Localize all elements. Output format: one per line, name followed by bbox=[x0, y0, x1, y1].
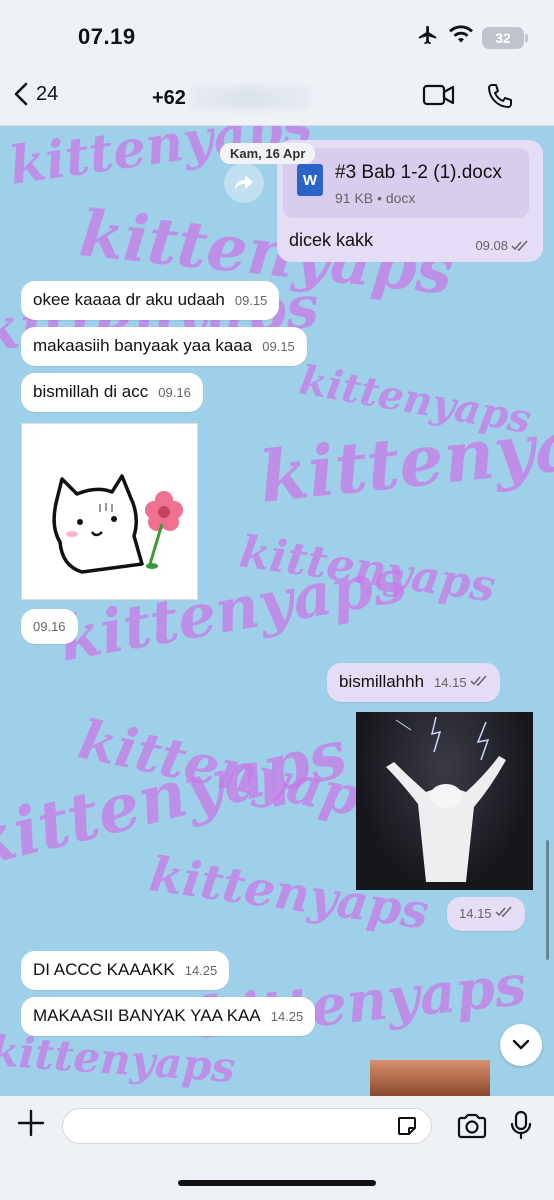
message-outgoing-image-partial[interactable] bbox=[370, 1060, 490, 1096]
unread-count: 24 bbox=[36, 82, 59, 105]
message-outgoing-image[interactable] bbox=[356, 712, 533, 890]
message-outgoing-document[interactable]: W #3 Bab 1-2 (1).docx 91 KB • docx dicek… bbox=[277, 140, 543, 262]
message-time: 14.15 bbox=[434, 675, 467, 690]
airplane-icon bbox=[416, 24, 440, 51]
plus-icon[interactable] bbox=[16, 1108, 46, 1144]
message-time: 09.15 bbox=[262, 339, 295, 354]
document-card[interactable]: W #3 Bab 1-2 (1).docx 91 KB • docx bbox=[283, 148, 529, 218]
mic-icon[interactable] bbox=[510, 1110, 532, 1145]
read-check-icon bbox=[511, 240, 528, 251]
read-check-icon bbox=[495, 906, 512, 918]
message-text: dicek kakk bbox=[289, 230, 374, 250]
contact-name[interactable]: +62 bbox=[152, 86, 310, 110]
chevron-down-icon bbox=[512, 1039, 530, 1050]
contact-number: +62 bbox=[152, 86, 186, 109]
message-text: DI ACCC KAAAKK bbox=[33, 960, 175, 979]
cat-with-flower-sticker bbox=[52, 474, 183, 574]
image-time-pill: 14.15 bbox=[447, 897, 525, 931]
sticker-icon[interactable] bbox=[396, 1115, 418, 1142]
forward-icon bbox=[235, 175, 253, 191]
forward-button[interactable] bbox=[224, 163, 264, 203]
message-text: bismillahhh bbox=[339, 672, 425, 691]
word-doc-icon: W bbox=[297, 164, 323, 196]
message-incoming-sticker[interactable] bbox=[21, 423, 198, 600]
message-text: okee kaaaa dr aku udaah bbox=[33, 290, 225, 309]
message-text: bismillah di acc bbox=[33, 382, 149, 401]
message-text: MAKAASII BANYAK YAA KAA bbox=[33, 1006, 261, 1025]
scroll-to-bottom-button[interactable] bbox=[500, 1024, 542, 1066]
message-incoming[interactable]: DI ACCC KAAAKK 14.25 bbox=[21, 951, 230, 990]
back-chevron-icon bbox=[14, 82, 28, 106]
message-incoming[interactable]: okee kaaaa dr aku udaah 09.15 bbox=[21, 281, 280, 320]
document-meta: 91 KB • docx bbox=[335, 190, 416, 206]
message-time: 14.25 bbox=[184, 963, 218, 978]
message-incoming[interactable]: makaasiih banyaak yaa kaaa 09.15 bbox=[21, 327, 307, 366]
message-incoming[interactable]: MAKAASII BANYAK YAA KAA 14.25 bbox=[21, 997, 316, 1036]
camera-icon[interactable] bbox=[456, 1112, 488, 1145]
cat-in-lightning-image bbox=[386, 716, 506, 882]
battery-icon: 32 bbox=[482, 26, 528, 49]
redacted-number bbox=[189, 86, 310, 110]
message-outgoing[interactable]: bismillahhh 14.15 bbox=[327, 663, 500, 702]
read-check-icon bbox=[470, 675, 487, 687]
message-time: 14.25 bbox=[270, 1009, 304, 1024]
message-time: 09.15 bbox=[234, 293, 268, 308]
wifi-icon bbox=[448, 25, 474, 50]
message-time: 14.15 bbox=[459, 906, 492, 921]
message-time: 09.08 bbox=[475, 238, 508, 253]
status-bar: 07.19 32 bbox=[0, 0, 554, 70]
phone-icon[interactable] bbox=[486, 82, 514, 115]
date-separator: Kam, 16 Apr bbox=[220, 143, 316, 164]
back-button[interactable]: 24 bbox=[14, 82, 58, 106]
scrollbar[interactable] bbox=[546, 840, 549, 960]
status-icons: 32 bbox=[416, 24, 528, 51]
message-time: 09.16 bbox=[33, 619, 66, 634]
document-name: #3 Bab 1-2 (1).docx bbox=[335, 162, 502, 183]
message-time: 09.16 bbox=[158, 385, 191, 400]
status-time: 07.19 bbox=[78, 24, 136, 49]
chat-header: 24 +62 bbox=[0, 70, 554, 126]
video-call-icon[interactable] bbox=[422, 82, 456, 115]
message-text: makaasiih banyaak yaa kaaa bbox=[33, 336, 253, 355]
message-input[interactable] bbox=[62, 1108, 432, 1144]
sticker-time-pill: 09.16 bbox=[21, 609, 78, 644]
home-indicator bbox=[178, 1180, 376, 1186]
message-incoming[interactable]: bismillah di acc 09.16 bbox=[21, 373, 203, 412]
